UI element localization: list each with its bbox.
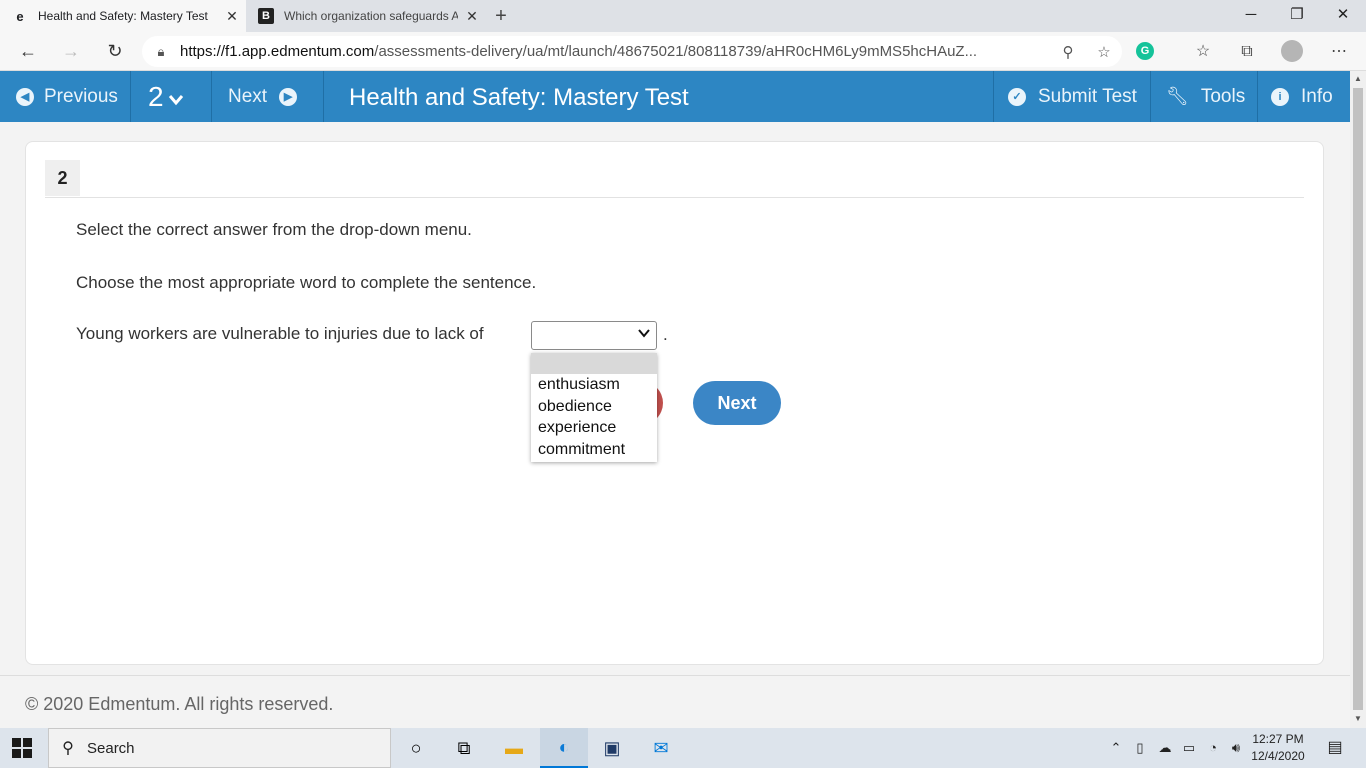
sentence-period: .: [663, 325, 668, 344]
sentence-text: Young workers are vulnerable to injuries…: [76, 324, 484, 343]
divider: [993, 71, 994, 122]
windows-start-icon[interactable]: [12, 738, 32, 758]
next-header-button[interactable]: Next ▶: [228, 71, 298, 122]
page-footer: © 2020 Edmentum. All rights reserved.: [0, 675, 1350, 728]
chevron-down-icon: [638, 329, 650, 338]
dropdown-option-blank[interactable]: [531, 353, 657, 374]
clock-date: 12/4/2020: [1251, 749, 1305, 763]
url-text: https://f1.app.edmentum.com/assessments-…: [180, 43, 978, 60]
divider: [1150, 71, 1151, 122]
scroll-up-icon[interactable]: ▲: [1350, 74, 1366, 83]
arrow-left-icon: ◀: [16, 87, 34, 106]
divider: [130, 71, 131, 122]
question-number: 2: [148, 80, 164, 112]
submit-test-button[interactable]: ✓ Submit Test: [1008, 71, 1137, 122]
instruction-text: Select the correct answer from the drop-…: [76, 220, 472, 239]
taskbar-search[interactable]: ⚲ Search: [48, 728, 391, 768]
tab-health-and-safety[interactable]: e Health and Safety: Mastery Test ✕: [0, 0, 246, 32]
brainly-favicon-icon: B: [258, 8, 274, 24]
onedrive-cloud-icon[interactable]: ☁: [1154, 728, 1176, 768]
back-icon[interactable]: ←: [15, 39, 41, 63]
minimize-icon[interactable]: ─: [1228, 0, 1274, 32]
browser-toolbar: ← → ↻ 🔒︎ https://f1.app.edmentum.com/ass…: [0, 32, 1366, 71]
favorites-icon[interactable]: ☆: [1190, 40, 1216, 64]
cortana-icon[interactable]: ○: [392, 728, 440, 768]
dropdown-option[interactable]: enthusiasm: [531, 374, 657, 396]
browser-tab-strip: e Health and Safety: Mastery Test ✕ B Wh…: [0, 0, 1366, 32]
copyright-text: © 2020 Edmentum. All rights reserved.: [25, 694, 334, 714]
volume-icon[interactable]: 🔊︎: [1226, 728, 1246, 768]
info-button[interactable]: i Info: [1271, 71, 1333, 122]
test-header: ◀ Previous 2 Next ▶ Health and Safety: M…: [0, 71, 1350, 122]
dropdown-option[interactable]: obedience: [531, 396, 657, 418]
windows-taskbar: ⚲ Search ○ ⧉ ▬ ◐ ▣ ✉ ⌃ ▯ ☁ ▭ ◔ 🔊︎ 12:27 …: [0, 728, 1366, 768]
wrench-icon: 🔧︎: [1166, 86, 1189, 106]
favorite-star-icon[interactable]: ☆: [1086, 43, 1122, 61]
info-icon: i: [1271, 87, 1289, 106]
submit-label: Submit Test: [1038, 85, 1137, 107]
vertical-scrollbar[interactable]: ▲ ▼: [1350, 71, 1366, 728]
wifi-icon[interactable]: ◔: [1202, 728, 1224, 768]
close-window-icon[interactable]: ✕: [1320, 0, 1366, 32]
prompt-text: Choose the most appropriate word to comp…: [76, 273, 537, 292]
new-tab-icon[interactable]: +: [488, 4, 514, 28]
more-menu-icon[interactable]: ⋯: [1326, 40, 1352, 64]
grammarly-extension-icon[interactable]: G: [1136, 42, 1154, 60]
close-tab-icon[interactable]: ✕: [218, 8, 246, 25]
tools-button[interactable]: 🔧︎ Tools: [1166, 71, 1245, 122]
question-selector[interactable]: 2: [148, 71, 184, 122]
next-question-button[interactable]: Next: [693, 381, 781, 425]
page-title: Health and Safety: Mastery Test: [349, 84, 689, 111]
divider: [323, 71, 324, 122]
profile-avatar[interactable]: [1281, 40, 1303, 62]
tab-which-organization[interactable]: B Which organization safeguards A ✕: [246, 0, 486, 32]
question-number-badge: 2: [45, 160, 80, 196]
system-clock[interactable]: 12:27 PM 12/4/2020: [1248, 731, 1308, 765]
edge-browser-icon[interactable]: ◐: [540, 728, 588, 768]
chevron-down-icon: [168, 94, 183, 105]
dropdown-option[interactable]: experience: [531, 417, 657, 439]
restore-icon[interactable]: ❐: [1274, 0, 1320, 32]
clock-time: 12:27 PM: [1252, 732, 1304, 746]
dropdown-option[interactable]: commitment: [531, 439, 657, 461]
collections-icon[interactable]: ⧉: [1234, 40, 1260, 64]
scrollbar-thumb[interactable]: [1353, 88, 1363, 710]
phone-icon[interactable]: ▯: [1130, 728, 1150, 768]
arrow-right-icon: ▶: [279, 87, 298, 106]
divider: [45, 197, 1304, 198]
tab-title: Which organization safeguards A: [284, 9, 458, 23]
edmentum-favicon-icon: e: [16, 8, 24, 24]
search-icon: ⚲: [62, 740, 74, 757]
close-tab-icon[interactable]: ✕: [458, 8, 486, 25]
address-bar[interactable]: 🔒︎ https://f1.app.edmentum.com/assessmen…: [142, 36, 1122, 67]
refresh-icon[interactable]: ↻: [102, 39, 128, 63]
show-hidden-icons-icon[interactable]: ⌃: [1106, 728, 1126, 768]
mail-icon[interactable]: ✉: [637, 728, 685, 768]
previous-label: Previous: [44, 85, 118, 107]
check-circle-icon: ✓: [1008, 87, 1026, 106]
search-label: Search: [87, 739, 135, 757]
store-icon[interactable]: ▣: [588, 728, 636, 768]
lock-icon: 🔒︎: [157, 43, 165, 59]
notifications-icon[interactable]: ▤: [1322, 728, 1348, 768]
next-label: Next: [228, 85, 268, 107]
file-explorer-icon[interactable]: ▬: [490, 728, 538, 768]
dropdown-options-list: enthusiasm obedience experience commitme…: [531, 353, 657, 462]
answer-dropdown[interactable]: [531, 321, 657, 350]
task-view-icon[interactable]: ⧉: [440, 728, 488, 768]
battery-icon[interactable]: ▭: [1178, 728, 1200, 768]
info-label: Info: [1301, 85, 1333, 107]
forward-icon[interactable]: →: [58, 39, 84, 63]
scroll-down-icon[interactable]: ▼: [1350, 714, 1366, 723]
divider: [1257, 71, 1258, 122]
divider: [211, 71, 212, 122]
tools-label: Tools: [1200, 85, 1246, 107]
previous-button[interactable]: ◀ Previous: [16, 71, 118, 122]
tab-title: Health and Safety: Mastery Test: [38, 9, 208, 23]
zoom-icon[interactable]: ⚲: [1050, 43, 1086, 61]
